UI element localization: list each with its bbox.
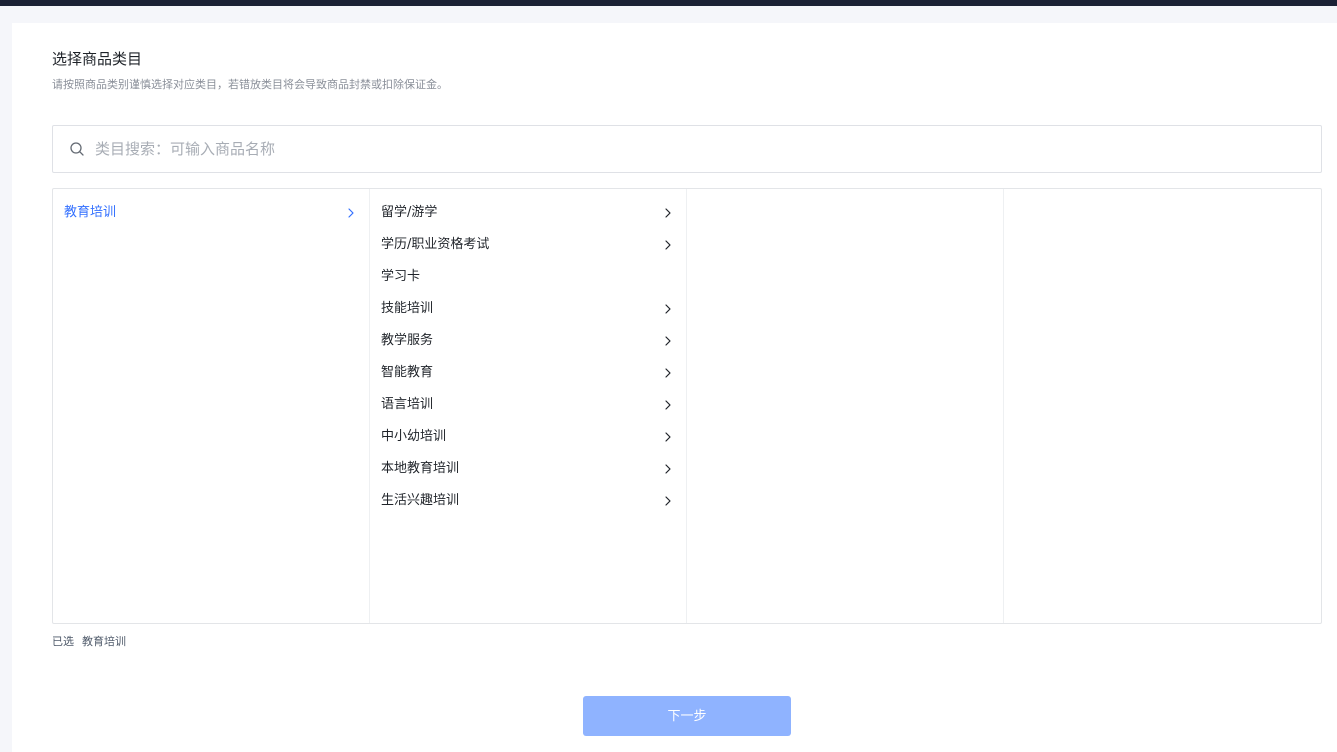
category-columns: 教育培训 留学/游学学历/职业资格考试 学习卡技能培训教学服务智能教育语言培训中小… (52, 188, 1322, 624)
category-item-label: 本地教育培训 (381, 461, 460, 476)
category-item[interactable]: 学历/职业资格考试 (370, 229, 686, 261)
selected-category: 已选 教育培训 (52, 633, 126, 649)
category-item-label: 智能教育 (381, 365, 434, 380)
chevron-right-icon (665, 304, 671, 314)
category-item[interactable]: 语言培训 (370, 389, 686, 421)
category-item[interactable]: 智能教育 (370, 357, 686, 389)
chevron-right-icon (665, 208, 671, 218)
category-item-label: 教育培训 (64, 205, 117, 220)
category-item[interactable]: 教学服务 (370, 325, 686, 357)
chevron-right-icon (665, 336, 671, 346)
category-item-label: 教学服务 (381, 333, 434, 348)
category-item-label: 语言培训 (381, 397, 434, 412)
category-item[interactable]: 技能培训 (370, 293, 686, 325)
chevron-right-icon (665, 368, 671, 378)
chevron-right-icon (665, 400, 671, 410)
category-column-level1: 教育培训 (53, 189, 370, 623)
category-column-level2: 留学/游学学历/职业资格考试 学习卡技能培训教学服务智能教育语言培训中小幼培训本地… (370, 189, 687, 623)
page-subtitle: 请按照商品类别谨慎选择对应类目，若错放类目将会导致商品封禁或扣除保证金。 (52, 78, 448, 91)
top-bar (0, 0, 1337, 6)
category-search[interactable] (52, 125, 1322, 173)
category-item-label: 留学/游学 (381, 205, 438, 220)
selected-value: 教育培训 (82, 635, 126, 648)
chevron-right-icon (348, 208, 354, 218)
chevron-right-icon (665, 432, 671, 442)
category-item[interactable]: 学习卡 (370, 261, 686, 293)
category-item-label: 学历/职业资格考试 (381, 237, 490, 252)
category-column-level4 (1004, 189, 1321, 623)
chevron-right-icon (665, 240, 671, 250)
page-title: 选择商品类目 (52, 50, 143, 68)
category-item[interactable]: 中小幼培训 (370, 421, 686, 453)
category-column-level3 (687, 189, 1004, 623)
search-icon (70, 142, 84, 156)
category-item-label: 学习卡 (381, 269, 421, 284)
category-item[interactable]: 生活兴趣培训 (370, 485, 686, 517)
category-item[interactable]: 教育培训 (53, 197, 369, 229)
category-item-label: 技能培训 (381, 301, 434, 316)
search-input[interactable] (95, 126, 1295, 172)
category-card: 选择商品类目 请按照商品类别谨慎选择对应类目，若错放类目将会导致商品封禁或扣除保… (12, 23, 1337, 752)
chevron-right-icon (665, 464, 671, 474)
category-item[interactable]: 留学/游学 (370, 197, 686, 229)
category-item-label: 生活兴趣培训 (381, 493, 460, 508)
next-step-button[interactable]: 下一步 (583, 696, 791, 736)
category-item[interactable]: 本地教育培训 (370, 453, 686, 485)
selected-label: 已选 (52, 635, 74, 648)
category-item-label: 中小幼培训 (381, 429, 447, 444)
chevron-right-icon (665, 496, 671, 506)
